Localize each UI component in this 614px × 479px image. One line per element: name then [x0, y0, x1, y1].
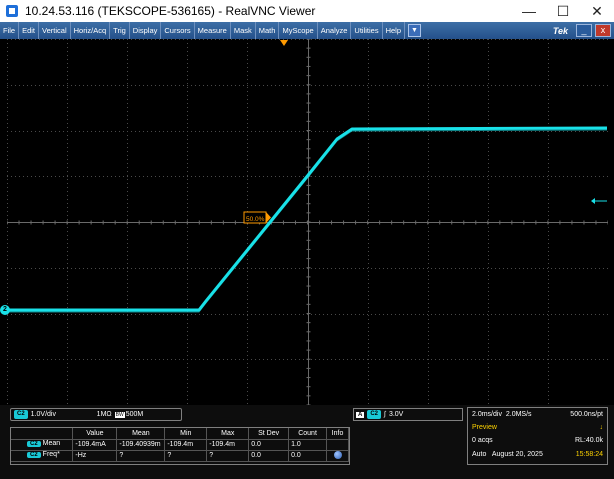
menu-dropdown-button[interactable]: ▼	[408, 24, 422, 37]
measurement-table[interactable]: Value Mean Min Max St Dev Count Info C2 M…	[10, 427, 350, 465]
header-stdev: St Dev	[248, 428, 290, 440]
menu-analyze[interactable]: Analyze	[318, 22, 352, 39]
menu-myscope[interactable]: MyScope	[279, 22, 318, 39]
cell-max: ?	[206, 450, 250, 462]
acquisition-mode: Preview	[472, 424, 497, 431]
cell-info	[326, 439, 349, 451]
trigger-level: 3.0V	[388, 411, 404, 418]
graticule-svg: 50.0%	[7, 39, 608, 405]
menu-math[interactable]: Math	[256, 22, 280, 39]
trigger-source-badge: C2	[367, 410, 382, 419]
minimize-button[interactable]: —	[512, 0, 546, 22]
header-max: Max	[206, 428, 250, 440]
sample-rate: 2.0MS/s	[505, 411, 532, 418]
horizontal-row-4: Auto August 20, 2025 15:58:24	[472, 451, 603, 458]
cell-value: -Hz	[72, 450, 118, 462]
menu-help[interactable]: Help	[383, 22, 406, 39]
maximize-button[interactable]: ☐	[546, 0, 580, 22]
menu-horiz-acq[interactable]: Horiz/Acq	[71, 22, 111, 39]
time-per-point: 500.0ns/pt	[570, 411, 603, 418]
window-titlebar: 10.24.53.116 (TEKSCOPE-536165) - RealVNC…	[0, 0, 614, 22]
measurement-header-row: Value Mean Min Max St Dev Count Info	[11, 428, 349, 440]
menu-cursors[interactable]: Cursors	[161, 22, 195, 39]
menu-display[interactable]: Display	[130, 22, 162, 39]
header-name	[11, 428, 74, 440]
header-mean: Mean	[116, 428, 166, 440]
cell-info[interactable]	[326, 450, 349, 462]
horizontal-row-3: 0 acqs RL:40.0k	[472, 437, 603, 444]
channel-2-ground-marker[interactable]: 2	[0, 305, 10, 315]
mid-level-label: 50.0%	[246, 216, 265, 223]
channel-2-badge: C2	[14, 410, 28, 419]
horizontal-row-2: Preview ↓	[472, 424, 603, 431]
cell-stdev: 0.0	[248, 450, 290, 462]
close-button[interactable]: ✕	[580, 0, 614, 22]
rising-edge-icon: ∫	[384, 411, 386, 418]
globe-icon[interactable]	[333, 450, 342, 459]
trigger-settings[interactable]: A C2 ∫ 3.0V	[353, 408, 463, 421]
horizontal-row-1: 2.0ms/div 2.0MS/s 500.0ns/pt	[472, 411, 603, 418]
cell-min: -109.4m	[164, 439, 208, 451]
menu-utilities[interactable]: Utilities	[351, 22, 383, 39]
channel-2-trace	[7, 126, 608, 312]
row-badge: C2	[27, 452, 41, 458]
row-badge: C2	[27, 441, 41, 447]
scope-minimize-button[interactable]: _	[576, 24, 592, 37]
trigger-position-marker[interactable]	[280, 40, 288, 46]
header-count: Count	[288, 428, 327, 440]
channel-2-marker-label: 2	[3, 306, 7, 313]
measurement-label: Freq*	[42, 451, 60, 458]
cell-max: -109.4m	[206, 439, 250, 451]
bandwidth-limit: 500M	[125, 411, 144, 418]
trigger-a-label: A	[356, 411, 365, 418]
time-per-div: 2.0ms/div	[472, 411, 502, 418]
menu-trig[interactable]: Trig	[110, 22, 130, 39]
menu-measure[interactable]: Measure	[195, 22, 231, 39]
cell-mean: ?	[116, 450, 166, 462]
single-arrow-icon: ↓	[599, 424, 604, 431]
waveform-display[interactable]: 50.0% 2	[0, 39, 608, 405]
vnc-app-icon	[6, 5, 18, 17]
clock-time: 15:58:24	[575, 451, 603, 458]
table-row[interactable]: C2 Freq* -Hz ? ? ? 0.0 0.0	[11, 450, 349, 462]
menu-mask[interactable]: Mask	[231, 22, 256, 39]
menu-file[interactable]: File	[0, 22, 20, 39]
measurement-label: Mean	[42, 440, 61, 447]
cell-stdev: 0.0	[248, 439, 290, 451]
mid-level-marker: 50.0%	[243, 211, 271, 224]
menu-edit[interactable]: Edit	[19, 22, 40, 39]
window-title: 10.24.53.116 (TEKSCOPE-536165) - RealVNC…	[25, 4, 316, 18]
channel-2-settings[interactable]: C2 1.0V/div 1MΩ BW 500M	[10, 408, 182, 421]
header-min: Min	[164, 428, 208, 440]
table-row[interactable]: C2 Mean -109.4mA -109.40939m -109.4m -109…	[11, 439, 349, 451]
bandwidth-icon: BW	[114, 411, 125, 418]
header-info: Info	[326, 428, 349, 440]
menu-vertical[interactable]: Vertical	[39, 22, 71, 39]
tek-logo: Tek	[552, 25, 568, 36]
acquisition-count: 0 acqs	[472, 437, 493, 444]
scope-menubar: File Edit Vertical Horiz/Acq Trig Displa…	[0, 22, 614, 39]
graticule-grid	[7, 39, 608, 405]
measurement-name: C2 Mean	[11, 439, 74, 451]
record-length: RL:40.0k	[574, 437, 603, 444]
cell-mean: -109.40939m	[116, 439, 166, 451]
cell-count: 1.0	[288, 439, 327, 451]
input-impedance: 1MΩ	[96, 411, 112, 418]
date: August 20, 2025	[491, 451, 543, 458]
cell-min: ?	[164, 450, 208, 462]
cell-value: -109.4mA	[72, 439, 118, 451]
horizontal-settings[interactable]: 2.0ms/div 2.0MS/s 500.0ns/pt Preview ↓ 0…	[467, 407, 608, 465]
measurement-name: C2 Freq*	[11, 450, 74, 462]
cell-count: 0.0	[288, 450, 327, 462]
trigger-level-marker[interactable]	[591, 198, 607, 204]
header-value: Value	[72, 428, 118, 440]
scope-close-button[interactable]: x	[595, 24, 611, 37]
status-panel: C2 1.0V/div 1MΩ BW 500M A C2 ∫ 3.0V 2.0m…	[0, 405, 614, 479]
vertical-scale: 1.0V/div	[30, 411, 56, 418]
trigger-mode: Auto	[472, 451, 487, 458]
